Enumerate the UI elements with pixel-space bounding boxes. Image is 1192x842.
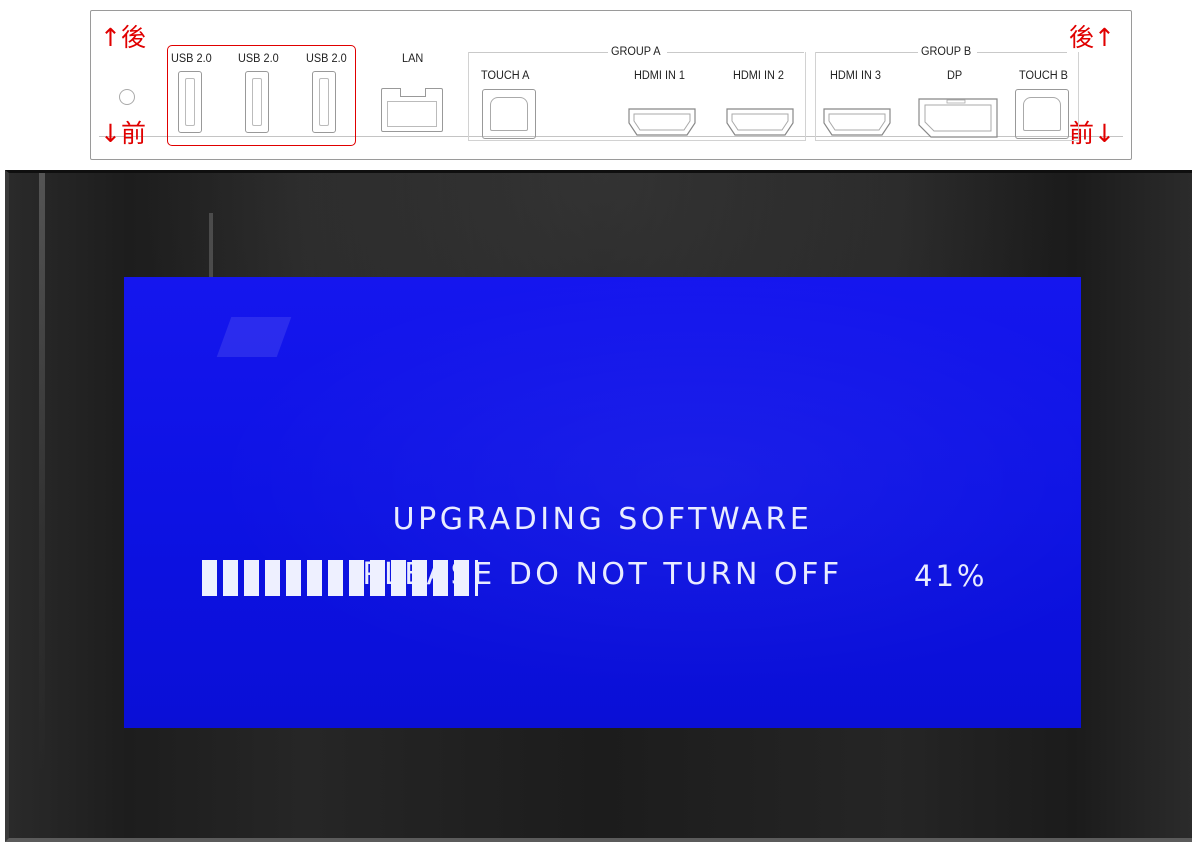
progress-segment [412, 560, 427, 596]
usb-port-3-icon [312, 71, 336, 133]
progress-segment [433, 560, 448, 596]
hdmi-in-3-port-icon [822, 107, 892, 137]
touch-b-port-icon [1015, 89, 1069, 139]
touch-a-label: TOUCH A [481, 70, 530, 82]
back-marker-right: 後↑ [1069, 23, 1115, 52]
lan-label: LAN [402, 53, 424, 65]
front-marker-left: ↓前 [100, 119, 146, 148]
progress-segment [328, 560, 343, 596]
dp-label: DP [947, 70, 963, 82]
hdmi-in-1-label: HDMI IN 1 [634, 70, 685, 82]
usb-port-1-label: USB 2.0 [171, 53, 212, 65]
progress-segment [202, 560, 217, 596]
progress-segment [391, 560, 406, 596]
touch-a-port-icon [482, 89, 536, 139]
upgrade-screen: UPGRADING SOFTWARE PLEASE DO NOT TURN OF… [124, 277, 1081, 728]
touch-b-label: TOUCH B [1019, 70, 1068, 82]
tv-photo: UPGRADING SOFTWARE PLEASE DO NOT TURN OF… [0, 170, 1192, 842]
hdmi-in-1-port-icon [627, 107, 697, 137]
upgrade-progress-percent: 41% [914, 559, 988, 593]
progress-segment [265, 560, 280, 596]
progress-segment [286, 560, 301, 596]
progress-segment [454, 560, 469, 596]
port-panel-diagram: ↑後 ↓前 後↑ 前↓ USB 2.0 USB 2.0 USB 2.0 LAN … [0, 0, 1192, 170]
hdmi-in-3-label: HDMI IN 3 [830, 70, 881, 82]
progress-leading-edge [475, 560, 478, 596]
usb-port-3-label: USB 2.0 [306, 53, 347, 65]
usb-port-2-label: USB 2.0 [238, 53, 279, 65]
hdmi-in-2-label: HDMI IN 2 [733, 70, 784, 82]
upgrade-title: UPGRADING SOFTWARE [392, 502, 813, 537]
displayport-port-icon [917, 97, 999, 139]
progress-segment [307, 560, 322, 596]
hdmi-in-2-port-icon [725, 107, 795, 137]
usb-port-2-icon [245, 71, 269, 133]
upgrade-progress-bar [202, 560, 500, 596]
progress-segment [370, 560, 385, 596]
progress-segment [349, 560, 364, 596]
progress-segment [244, 560, 259, 596]
progress-segment [223, 560, 238, 596]
back-marker-left: ↑後 [100, 23, 146, 52]
usb-port-1-icon [178, 71, 202, 133]
lan-port-icon [381, 88, 443, 132]
power-indicator-icon [119, 89, 135, 105]
